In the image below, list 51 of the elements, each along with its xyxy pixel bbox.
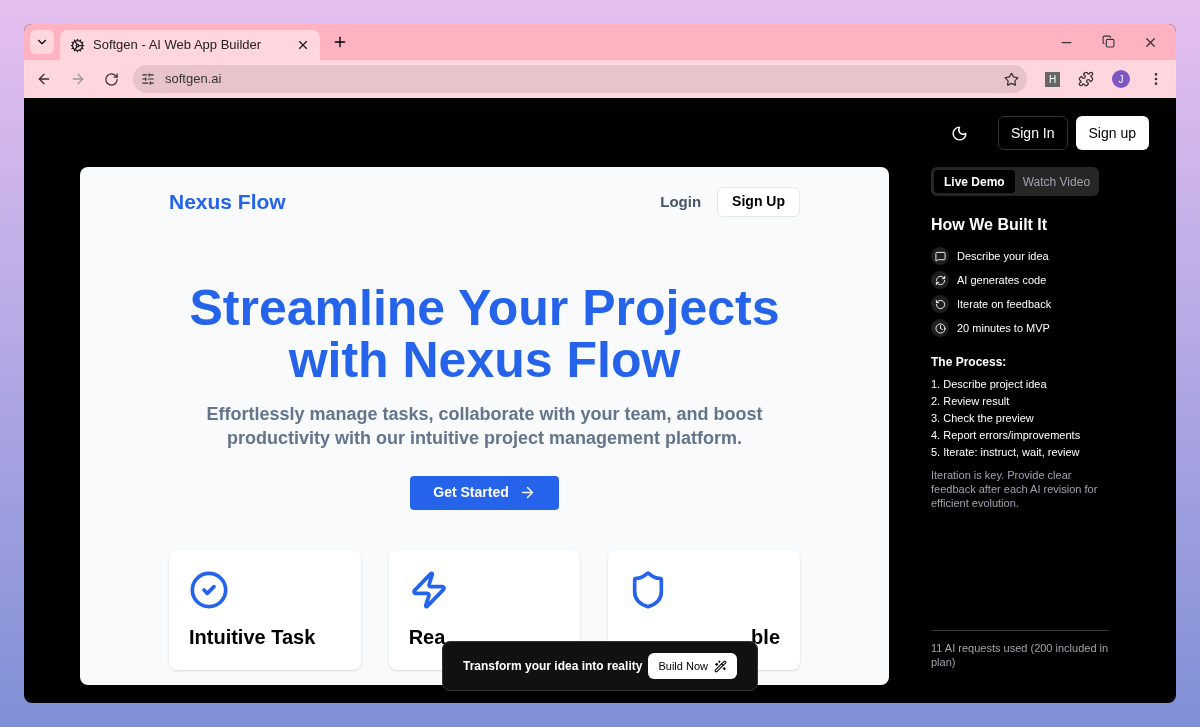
chat-bubble-icon bbox=[931, 247, 949, 265]
process-step: 4. Report errors/improvements bbox=[931, 428, 1109, 443]
clock-icon bbox=[931, 319, 949, 337]
note-text: Iteration is key. Provide clear feedback after each AI revision for efficient evolution. bbox=[931, 468, 1099, 510]
tab-title: Softgen - AI Web App Builder bbox=[93, 36, 263, 55]
gear-icon bbox=[70, 37, 85, 53]
url-text: softgen.ai bbox=[165, 70, 223, 89]
hero-subheadline: Effortlessly manage tasks, collaborate with your team, and boost productivity with our intuitive project management platform. bbox=[205, 402, 764, 450]
process-step: 5. Iterate: instruct, wait, review bbox=[931, 445, 1109, 460]
moon-icon[interactable] bbox=[950, 124, 968, 142]
process-step: 3. Check the preview bbox=[931, 411, 1109, 426]
hero-headline: Streamline Your Projects with Nexus Flow bbox=[188, 281, 781, 386]
step-text: 20 minutes to MVP bbox=[957, 320, 1050, 336]
usage-text: 11 AI requests used (200 included in plan) bbox=[931, 641, 1109, 669]
extension-icon[interactable]: H bbox=[1045, 71, 1060, 87]
check-circle-icon bbox=[189, 569, 229, 610]
step-text: AI generates code bbox=[957, 272, 1047, 288]
view-tab[interactable]: Watch Video bbox=[1016, 170, 1097, 193]
process-step: 1. Describe project idea bbox=[931, 377, 1109, 392]
puzzle-icon[interactable] bbox=[1078, 71, 1094, 87]
sign-in-button[interactable]: Sign In bbox=[997, 116, 1068, 150]
feature-title: ble bbox=[751, 625, 780, 648]
profile-avatar[interactable]: J bbox=[1112, 70, 1130, 88]
login-link[interactable]: Login bbox=[660, 190, 702, 213]
process-step: 2. Review result bbox=[931, 394, 1109, 409]
site-settings-icon[interactable] bbox=[141, 72, 155, 86]
address-bar[interactable]: softgen.ai bbox=[133, 65, 1027, 93]
feature-title: Rea bbox=[408, 625, 446, 648]
close-icon[interactable] bbox=[296, 38, 310, 52]
step-text: Iterate on feedback bbox=[957, 296, 1052, 312]
build-now-button[interactable]: Build Now bbox=[648, 653, 737, 679]
refresh-icon bbox=[931, 271, 949, 289]
rotate-icon bbox=[931, 295, 949, 313]
reload-icon[interactable] bbox=[104, 71, 119, 87]
back-icon[interactable] bbox=[36, 71, 52, 87]
browser-tab[interactable]: Softgen - AI Web App Builder bbox=[60, 30, 320, 60]
tab-list-button[interactable] bbox=[30, 30, 54, 54]
view-tab[interactable]: Live Demo bbox=[934, 170, 1015, 193]
toast-text: Transform your idea into reality bbox=[463, 658, 643, 675]
brand-logo[interactable]: Nexus Flow bbox=[169, 186, 286, 218]
sign-up-button[interactable]: Sign Up bbox=[717, 186, 800, 217]
sign-up-button[interactable]: Sign up bbox=[1075, 116, 1149, 150]
process-title: The Process: bbox=[931, 354, 1008, 371]
step-text: Describe your idea bbox=[957, 248, 1049, 264]
get-started-button[interactable]: Get Started bbox=[410, 475, 559, 510]
feature-title: Intuitive Task bbox=[189, 625, 316, 648]
magic-wand-icon bbox=[714, 659, 727, 673]
restore-icon[interactable] bbox=[1102, 34, 1115, 48]
star-icon[interactable] bbox=[1004, 71, 1019, 87]
section-title: How We Built It bbox=[931, 215, 1049, 235]
new-tab-icon[interactable] bbox=[332, 34, 348, 50]
